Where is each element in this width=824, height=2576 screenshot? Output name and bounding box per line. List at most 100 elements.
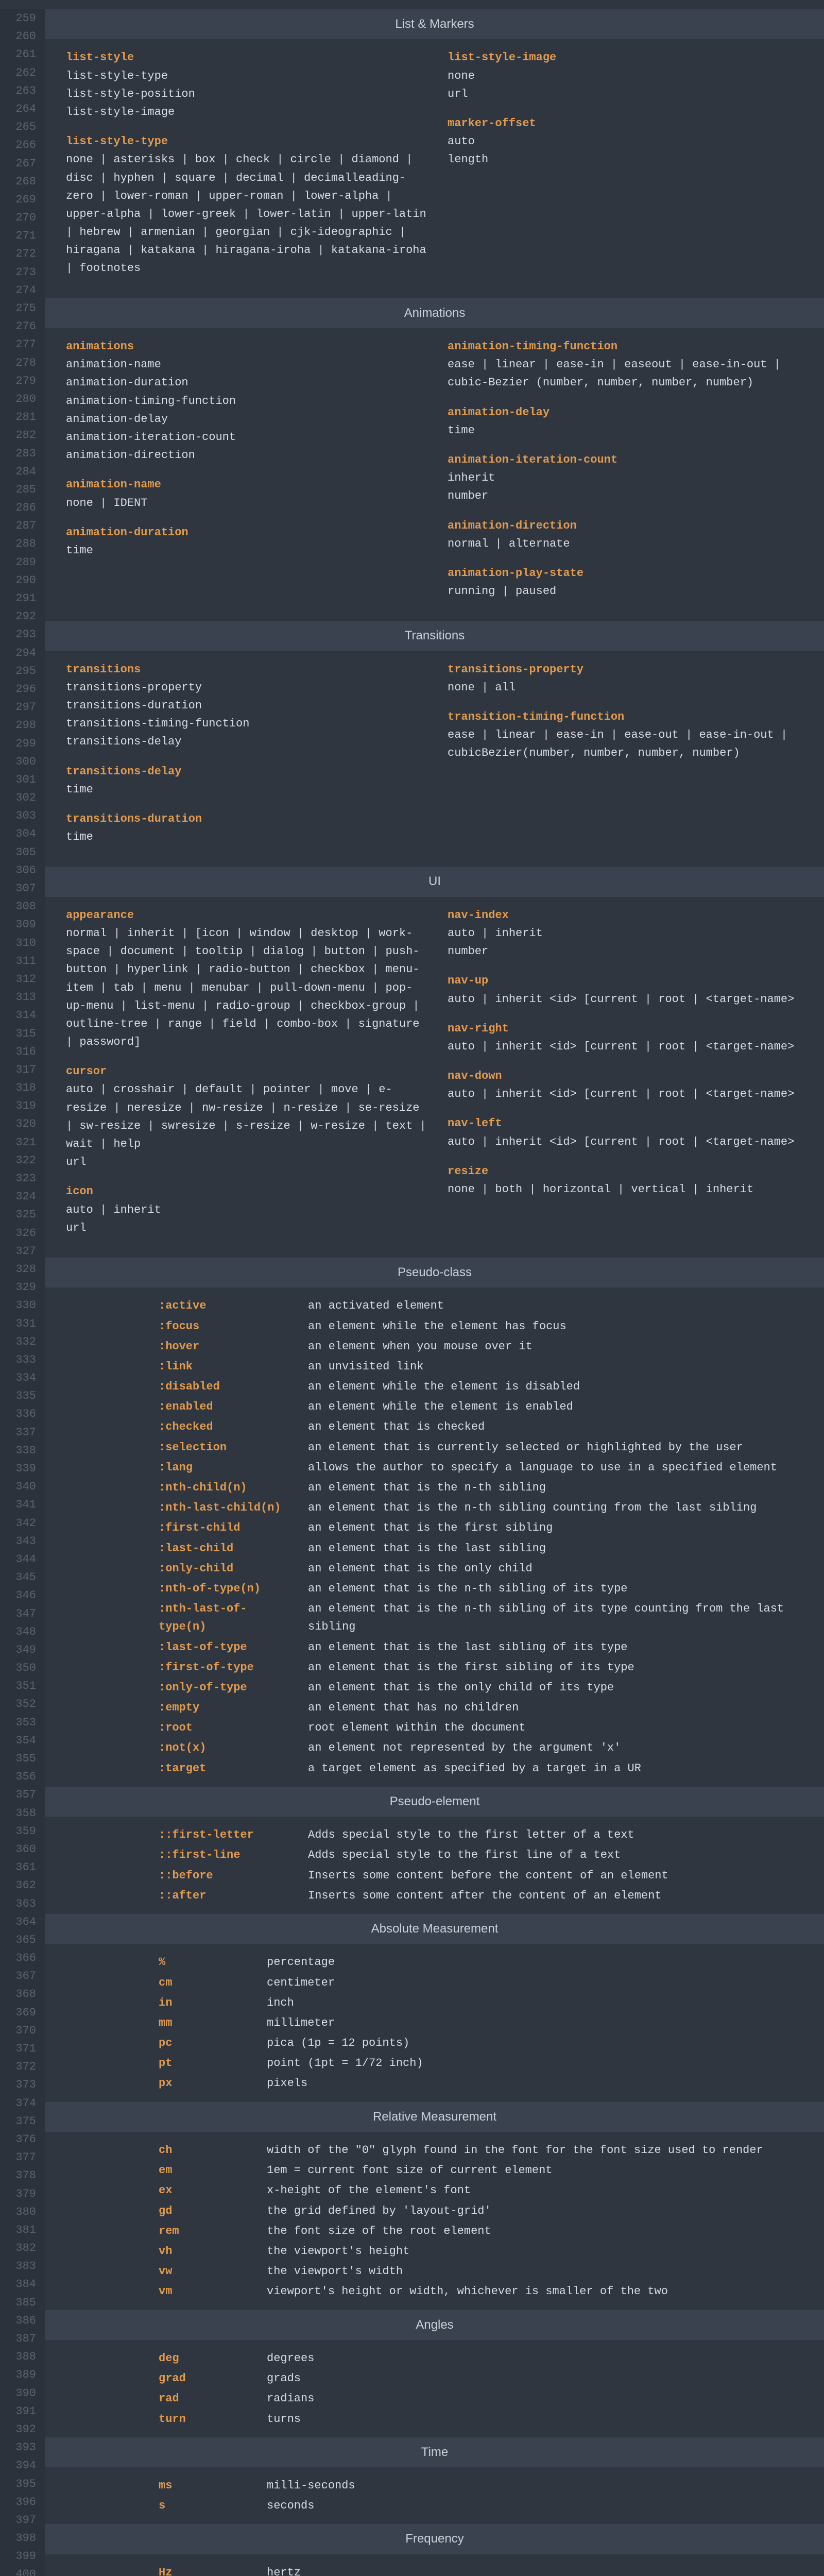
table-key: :nth-child(n) bbox=[159, 1479, 293, 1497]
table-desc: the viewport's width bbox=[267, 2262, 809, 2280]
table-key: :link bbox=[159, 1358, 293, 1376]
table-key: in bbox=[159, 1994, 251, 2012]
table-desc: Adds special style to the first letter o… bbox=[308, 1826, 809, 1844]
table-key: vh bbox=[159, 2242, 251, 2260]
table-key: s bbox=[159, 2497, 251, 2515]
table-key: :not(x) bbox=[159, 1739, 293, 1757]
property-name: appearance bbox=[66, 906, 427, 924]
table-key: ch bbox=[159, 2141, 251, 2159]
table-desc: an element while the element has focus bbox=[308, 1317, 809, 1335]
section-header: Pseudo-class bbox=[45, 1258, 824, 1287]
property-name: transitions-duration bbox=[66, 810, 427, 828]
table-key: turn bbox=[159, 2410, 251, 2428]
table-desc: an element that is the n-th sibling of i… bbox=[308, 1600, 809, 1636]
table-desc: grads bbox=[267, 2369, 809, 2387]
property-name: marker-offset bbox=[448, 114, 809, 132]
table-key: em bbox=[159, 2161, 251, 2179]
table-key: vw bbox=[159, 2262, 251, 2280]
table-desc: an unvisited link bbox=[308, 1358, 809, 1376]
table-key: :target bbox=[159, 1759, 293, 1777]
table-desc: inch bbox=[267, 1994, 809, 2012]
table-desc: seconds bbox=[267, 2497, 809, 2515]
table-desc: an element that is currently selected or… bbox=[308, 1438, 809, 1456]
table-key: ::first-line bbox=[159, 1846, 293, 1864]
property-values: auto | inheriturl bbox=[66, 1201, 427, 1237]
property-values: none | asterisks | box | check | circle … bbox=[66, 150, 427, 277]
section-header: Absolute Measurement bbox=[45, 1914, 824, 1944]
table-key: :nth-last-child(n) bbox=[159, 1499, 293, 1517]
table-key: :checked bbox=[159, 1418, 293, 1436]
table-key: :active bbox=[159, 1297, 293, 1315]
table-desc: an element that is the n-th sibling of i… bbox=[308, 1580, 809, 1598]
property-name: animation-play-state bbox=[448, 564, 809, 582]
property-values: normal | alternate bbox=[448, 535, 809, 553]
property-values: auto | inheritnumber bbox=[448, 924, 809, 960]
property-name: list-style-image bbox=[448, 48, 809, 66]
table-key: :first-child bbox=[159, 1519, 293, 1537]
property-name: animation-timing-function bbox=[448, 337, 809, 355]
property-name: nav-index bbox=[448, 906, 809, 924]
property-name: animation-duration bbox=[66, 523, 427, 541]
table-desc: an element that is the n-th sibling bbox=[308, 1479, 809, 1497]
property-name: list-style bbox=[66, 48, 427, 66]
property-name: nav-left bbox=[448, 1114, 809, 1132]
table-desc: an element that is the first sibling of … bbox=[308, 1658, 809, 1676]
property-values: auto | inherit <id> [current | root | <t… bbox=[448, 1133, 809, 1151]
table-key: :only-of-type bbox=[159, 1679, 293, 1697]
table-key: px bbox=[159, 2074, 251, 2092]
table-desc: an element that is the first sibling bbox=[308, 1519, 809, 1537]
property-name: list-style-type bbox=[66, 132, 427, 150]
table-key: :only-child bbox=[159, 1560, 293, 1578]
property-name: icon bbox=[66, 1182, 427, 1200]
property-name: transitions-delay bbox=[66, 762, 427, 781]
property-values: animation-nameanimation-durationanimatio… bbox=[66, 355, 427, 464]
property-name: animation-name bbox=[66, 476, 427, 494]
table-desc: milli-seconds bbox=[267, 2477, 809, 2495]
table-key: grad bbox=[159, 2369, 251, 2387]
table-desc: degrees bbox=[267, 2349, 809, 2367]
table-key: :enabled bbox=[159, 1398, 293, 1416]
table-key: deg bbox=[159, 2349, 251, 2367]
table-desc: the grid defined by 'layout-grid' bbox=[267, 2202, 809, 2220]
section-header: Angles bbox=[45, 2310, 824, 2340]
section-header: Frequency bbox=[45, 2524, 824, 2554]
property-values: transitions-propertytransitions-duration… bbox=[66, 679, 427, 751]
table-key: ::first-letter bbox=[159, 1826, 293, 1844]
property-values: autolength bbox=[448, 132, 809, 168]
property-values: time bbox=[66, 541, 427, 560]
property-values: none | all bbox=[448, 679, 809, 697]
table-desc: centimeter bbox=[267, 1974, 809, 1992]
table-desc: millimeter bbox=[267, 2014, 809, 2032]
property-values: inheritnumber bbox=[448, 469, 809, 505]
table-desc: Inserts some content before the content … bbox=[308, 1867, 809, 1885]
table-key: rad bbox=[159, 2389, 251, 2408]
property-name: nav-down bbox=[448, 1067, 809, 1085]
table-desc: radians bbox=[267, 2389, 809, 2408]
property-name: nav-up bbox=[448, 972, 809, 990]
table-key: % bbox=[159, 1953, 251, 1971]
table-key: :focus bbox=[159, 1317, 293, 1335]
table-key: :lang bbox=[159, 1459, 293, 1477]
table-desc: point (1pt = 1/72 inch) bbox=[267, 2054, 809, 2072]
table-key: pc bbox=[159, 2034, 251, 2052]
table-desc: allows the author to specify a language … bbox=[308, 1459, 809, 1477]
property-name: transitions bbox=[66, 660, 427, 679]
table-desc: an element that is the last sibling of i… bbox=[308, 1638, 809, 1656]
table-key: ::after bbox=[159, 1887, 293, 1905]
table-desc: 1em = current font size of current eleme… bbox=[267, 2161, 809, 2179]
property-values: ease | linear | ease-in | ease-out | eas… bbox=[448, 726, 809, 762]
property-values: time bbox=[66, 781, 427, 799]
property-name: transitions-property bbox=[448, 660, 809, 679]
table-key: rem bbox=[159, 2222, 251, 2240]
property-values: auto | inherit <id> [current | root | <t… bbox=[448, 990, 809, 1008]
table-key: cm bbox=[159, 1974, 251, 1992]
property-values: list-style-typelist-style-positionlist-s… bbox=[66, 67, 427, 122]
table-desc: pica (1p = 12 points) bbox=[267, 2034, 809, 2052]
table-desc: an element that is the n-th sibling coun… bbox=[308, 1499, 809, 1517]
table-desc: Adds special style to the first line of … bbox=[308, 1846, 809, 1864]
property-values: none | IDENT bbox=[66, 494, 427, 512]
property-name: animation-direction bbox=[448, 517, 809, 535]
table-key: gd bbox=[159, 2202, 251, 2220]
property-name: resize bbox=[448, 1162, 809, 1180]
table-desc: percentage bbox=[267, 1953, 809, 1971]
